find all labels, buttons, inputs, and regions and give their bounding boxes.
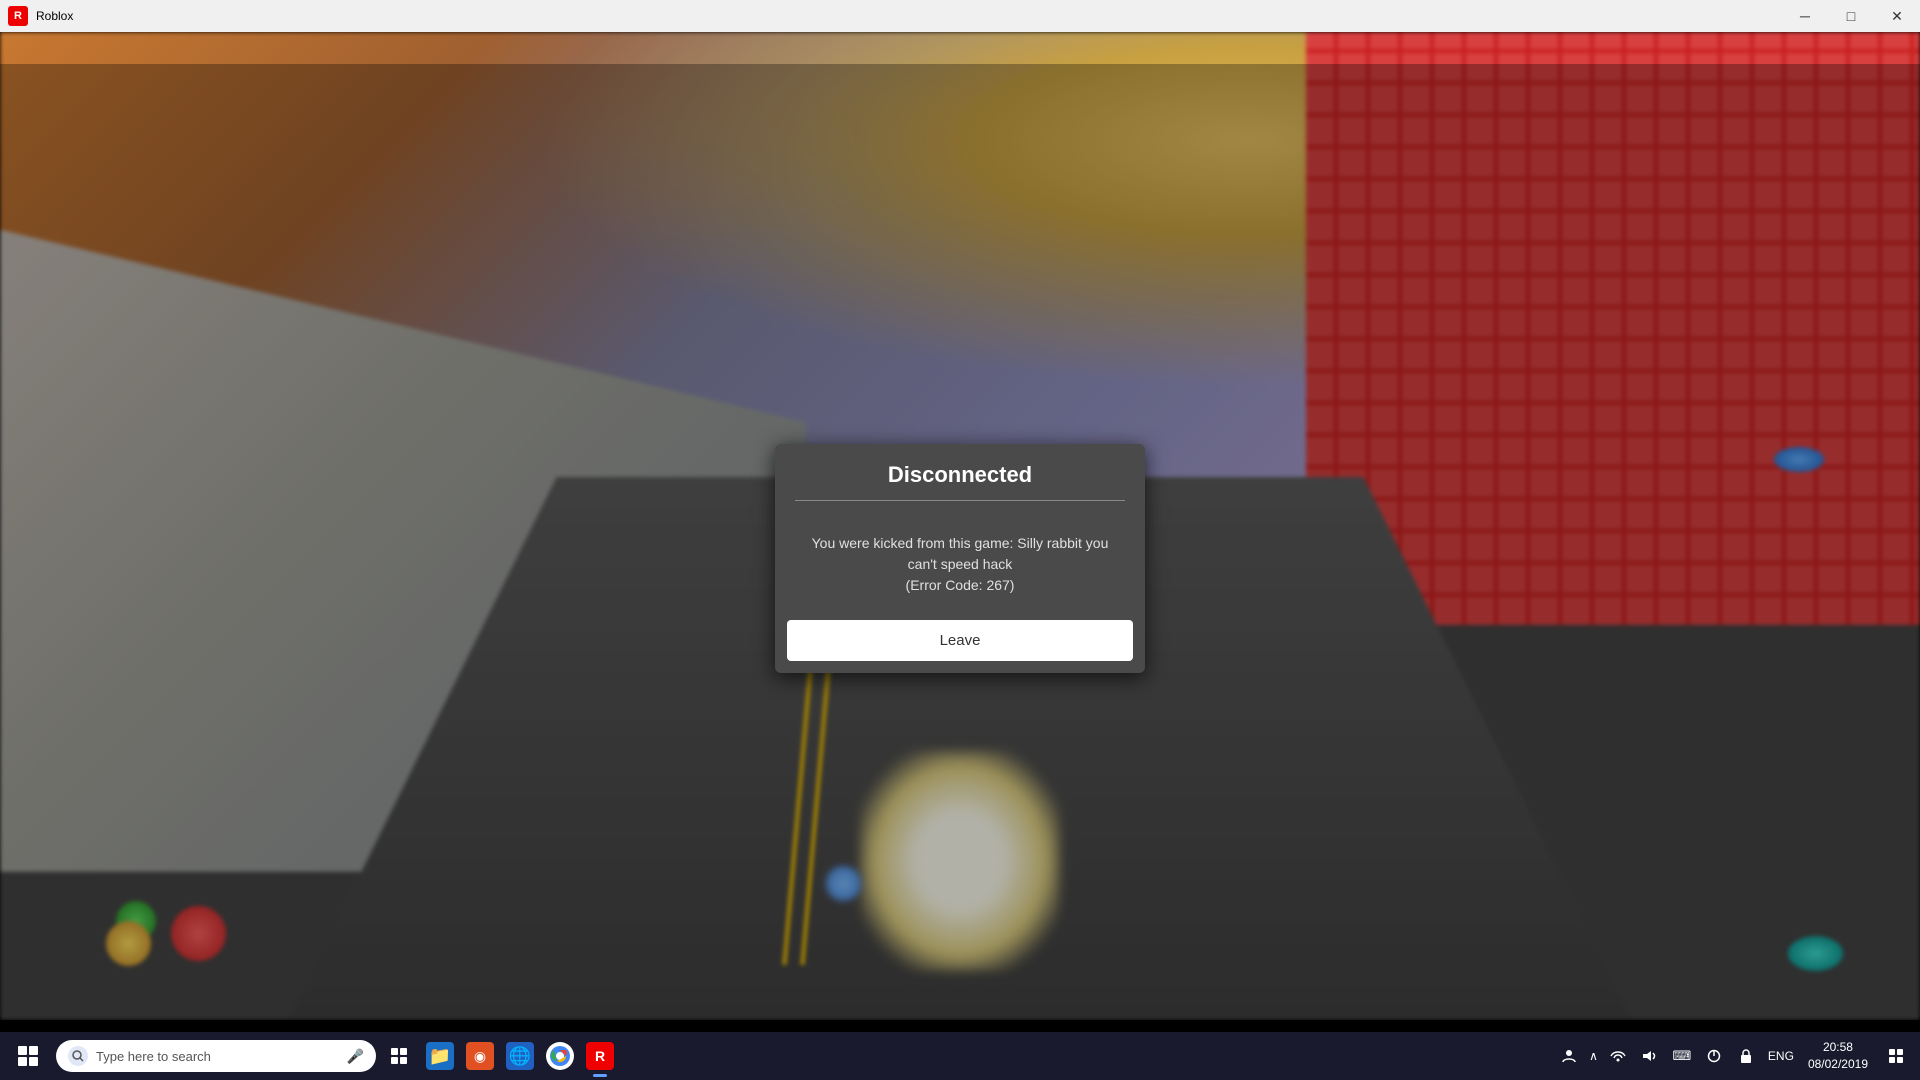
keyboard-tray-icon[interactable]: ⌨ [1666, 1032, 1698, 1080]
mic-icon: 🎤 [347, 1048, 364, 1065]
start-square-3 [18, 1057, 27, 1066]
leave-button[interactable]: Leave [787, 620, 1133, 661]
game-background: Disconnected You were kicked from this g… [0, 32, 1920, 1020]
taskbar-icon-roblox[interactable]: R [580, 1032, 620, 1080]
dialog-overlay: Disconnected You were kicked from this g… [0, 64, 1920, 1020]
task-view-button[interactable] [380, 1032, 420, 1080]
people-tray-icon[interactable] [1553, 1032, 1585, 1080]
window-controls: ─ □ ✕ [1782, 0, 1920, 32]
start-button[interactable] [4, 1032, 52, 1080]
active-indicator [593, 1074, 607, 1077]
close-button[interactable]: ✕ [1874, 0, 1920, 32]
power-tray-icon[interactable] [1698, 1032, 1730, 1080]
notification-button[interactable] [1876, 1032, 1916, 1080]
start-square-1 [18, 1046, 27, 1055]
file-explorer-icon: 📁 [426, 1042, 454, 1070]
maximize-button[interactable]: □ [1828, 0, 1874, 32]
dialog-footer: Leave [775, 612, 1145, 673]
search-bar[interactable]: Type here to search 🎤 [56, 1040, 376, 1072]
language-indicator[interactable]: ENG [1762, 1032, 1800, 1080]
disconnected-dialog: Disconnected You were kicked from this g… [775, 444, 1145, 673]
clock[interactable]: 20:58 08/02/2019 [1800, 1032, 1876, 1080]
taskbar: Type here to search 🎤 📁 ◉ 🌐 [0, 1032, 1920, 1080]
start-square-4 [29, 1057, 38, 1066]
clock-date: 08/02/2019 [1808, 1056, 1868, 1073]
tray-expand-icon[interactable]: ∧ [1585, 1049, 1602, 1063]
start-square-2 [29, 1046, 38, 1055]
clock-time: 20:58 [1823, 1039, 1853, 1056]
taskbar-icon-orange-app[interactable]: ◉ [460, 1032, 500, 1080]
volume-tray-icon[interactable] [1634, 1032, 1666, 1080]
windows-icon [18, 1046, 38, 1066]
window-title: Roblox [36, 9, 1782, 23]
search-placeholder: Type here to search [96, 1049, 347, 1064]
title-bar: R Roblox ─ □ ✕ [0, 0, 1920, 32]
taskbar-icon-file-explorer[interactable]: 📁 [420, 1032, 460, 1080]
dialog-message: You were kicked from this game: Silly ra… [799, 533, 1121, 596]
search-icon [68, 1046, 88, 1066]
lock-tray-icon[interactable] [1730, 1032, 1762, 1080]
dialog-body: You were kicked from this game: Silly ra… [775, 513, 1145, 612]
chrome-icon [546, 1042, 574, 1070]
app-icon-label: R [14, 10, 22, 22]
app-icon: R [8, 6, 28, 26]
network-tray-icon[interactable] [1602, 1032, 1634, 1080]
minimize-button[interactable]: ─ [1782, 0, 1828, 32]
orange-app-icon: ◉ [466, 1042, 494, 1070]
dialog-divider [795, 500, 1125, 501]
taskbar-icon-chrome[interactable] [540, 1032, 580, 1080]
roblox-icon: R [586, 1042, 614, 1070]
dialog-header: Disconnected [775, 444, 1145, 513]
dialog-title: Disconnected [795, 462, 1125, 488]
globe-icon: 🌐 [506, 1042, 534, 1070]
taskbar-icon-globe[interactable]: 🌐 [500, 1032, 540, 1080]
system-tray: ∧ ⌨ [1553, 1032, 1916, 1080]
